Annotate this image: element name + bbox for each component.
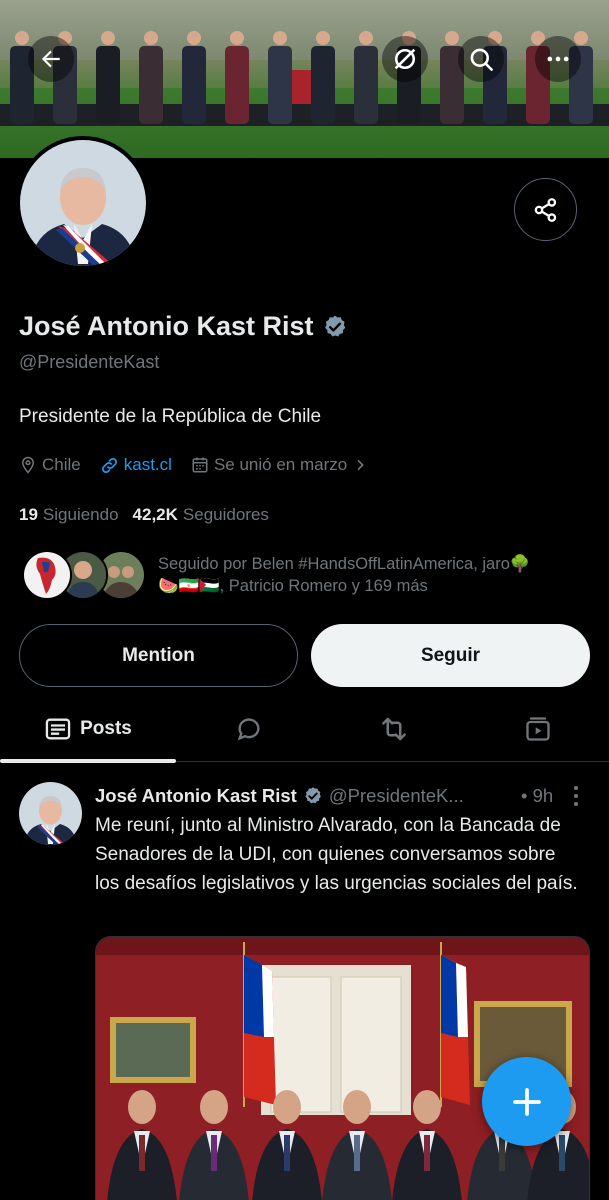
search-button[interactable] bbox=[458, 36, 504, 82]
post-timestamp[interactable]: • 9h bbox=[521, 785, 553, 807]
joined-date[interactable]: Se unió en marzo bbox=[191, 455, 368, 475]
location-info: Chile bbox=[19, 455, 81, 475]
profile-meta: Chile kast.cl Se unió en marzo bbox=[19, 455, 387, 475]
grok-icon bbox=[394, 48, 416, 70]
grok-button[interactable] bbox=[382, 36, 428, 82]
mention-button[interactable]: Mention bbox=[19, 624, 298, 687]
profile-tabs: Posts bbox=[0, 696, 609, 762]
followed-by-section[interactable]: Seguido por Belen #HandsOffLatinAmerica,… bbox=[22, 550, 530, 602]
tab-reposts[interactable] bbox=[321, 696, 466, 761]
calendar-icon bbox=[192, 457, 208, 473]
follow-button[interactable]: Seguir bbox=[311, 624, 590, 687]
media-icon bbox=[525, 716, 550, 741]
profile-banner bbox=[0, 0, 609, 158]
location-icon bbox=[21, 456, 35, 474]
vertical-more-icon[interactable] bbox=[573, 785, 579, 807]
post-author-name[interactable]: José Antonio Kast Rist bbox=[95, 785, 297, 807]
post-header: José Antonio Kast Rist @PresidenteK... •… bbox=[95, 783, 595, 809]
followers-link[interactable]: 42,2K Seguidores bbox=[133, 505, 269, 525]
follower-avatar bbox=[22, 550, 72, 600]
verified-badge-icon bbox=[305, 787, 321, 804]
tab-posts[interactable]: Posts bbox=[0, 696, 176, 761]
back-button[interactable] bbox=[28, 36, 74, 82]
more-icon bbox=[547, 56, 569, 62]
share-icon bbox=[534, 197, 556, 222]
post-author-handle: @PresidenteK... bbox=[328, 785, 464, 806]
chevron-right-icon bbox=[357, 459, 364, 471]
tab-replies[interactable] bbox=[176, 696, 321, 761]
more-options-button[interactable] bbox=[535, 36, 581, 82]
compose-post-button[interactable] bbox=[482, 1057, 571, 1146]
profile-avatar[interactable] bbox=[16, 136, 150, 270]
following-link[interactable]: 19 Siguiendo bbox=[19, 505, 119, 525]
verified-badge-icon bbox=[324, 315, 345, 337]
link-icon bbox=[101, 457, 117, 473]
website-link[interactable]: kast.cl bbox=[100, 455, 172, 475]
plus-icon bbox=[512, 1087, 541, 1116]
profile-bio: Presidente de la República de Chile bbox=[19, 406, 322, 427]
tab-media[interactable] bbox=[466, 696, 609, 761]
repost-icon bbox=[381, 717, 406, 740]
follow-stats: 19 Siguiendo 42,2K Seguidores bbox=[19, 505, 269, 525]
active-tab-indicator bbox=[0, 759, 176, 763]
post-text: Me reuní, junto al Ministro Alvarado, co… bbox=[95, 815, 578, 894]
profile-display-name: José Antonio Kast Rist bbox=[19, 311, 348, 342]
search-icon bbox=[470, 48, 493, 71]
post-author-avatar[interactable] bbox=[19, 782, 82, 845]
back-arrow-icon bbox=[41, 50, 60, 68]
replies-icon bbox=[237, 717, 259, 740]
profile-handle: @PresidenteKast bbox=[19, 352, 160, 372]
share-button[interactable] bbox=[514, 178, 577, 241]
posts-icon bbox=[45, 718, 71, 739]
